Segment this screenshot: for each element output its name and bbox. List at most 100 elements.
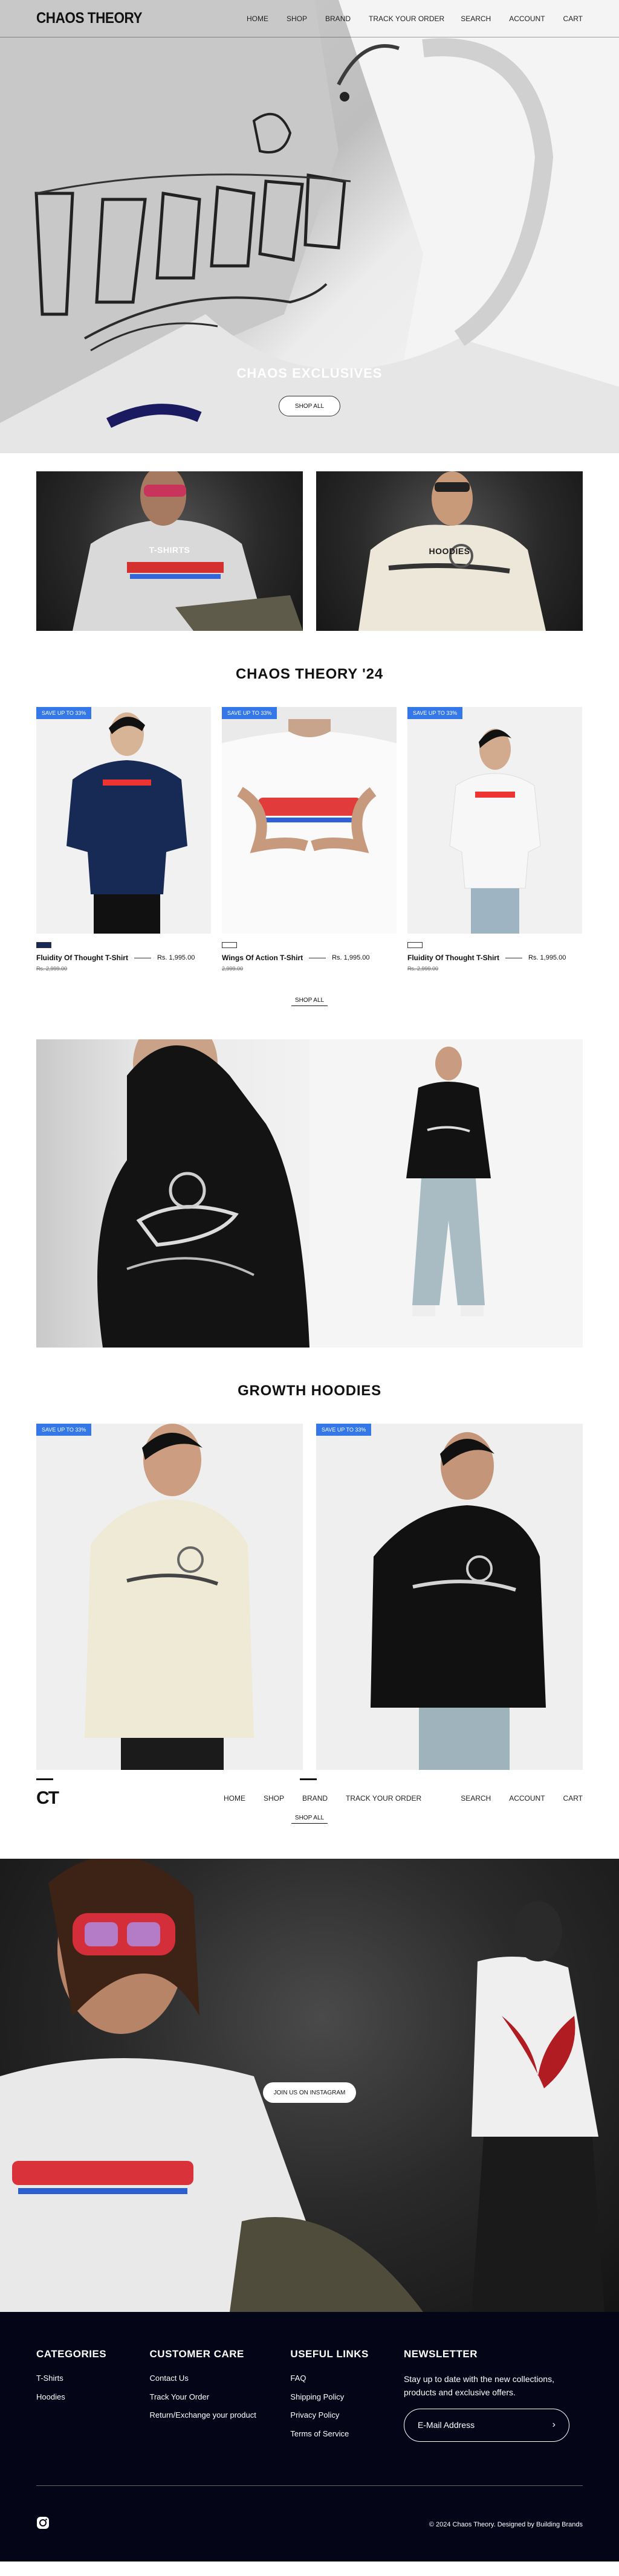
hero-image [0, 0, 619, 453]
instagram-banner: JOIN US ON INSTAGRAM [0, 1859, 619, 2312]
growth-footer: SHOP ALL [0, 1815, 619, 1824]
product-price: Rs. 1,995.00 [332, 954, 370, 961]
sale-badge: SAVE UP TO 33% [36, 707, 92, 719]
lookbook [0, 1039, 619, 1348]
sale-badge: SAVE UP TO 33% [36, 1424, 92, 1436]
footer-categories-title: CATEGORIES [36, 2348, 107, 2360]
nav-shop[interactable]: SHOP [264, 1794, 284, 1803]
product-image[interactable]: SAVE UP TO 33% [407, 707, 582, 934]
nav-brand[interactable]: BRAND [325, 15, 351, 23]
category-tshirts-label: T-SHIRTS [149, 545, 190, 555]
footer-newsletter-title: NEWSLETTER [403, 2348, 478, 2360]
carousel-dot[interactable] [53, 1778, 70, 1780]
carousel-dot-active[interactable] [36, 1778, 53, 1780]
hero-title: CHAOS EXCLUSIVES [236, 366, 383, 381]
account-link[interactable]: ACCOUNT [509, 15, 545, 23]
sale-badge: SAVE UP TO 33% [316, 1424, 372, 1436]
sale-badge: SAVE UP TO 33% [407, 707, 463, 719]
footer-link[interactable]: Privacy Policy [290, 2409, 404, 2421]
carousel-indicator [0, 1778, 619, 1780]
hoodie-grid: SAVE UP TO 33% SAVE UP TO 33% [0, 1424, 619, 1770]
site-header: CHAOS THEORY HOME SHOP BRAND TRACK YOUR … [0, 0, 619, 37]
cart-link[interactable]: CART [563, 1794, 583, 1803]
nav-shop[interactable]: SHOP [287, 15, 307, 23]
search-link[interactable]: SEARCH [461, 1794, 491, 1803]
footer-link[interactable]: Contact Us [150, 2372, 291, 2384]
product-name[interactable]: Wings Of Action T-Shirt [222, 954, 303, 962]
footer-link[interactable]: Hoodies [36, 2391, 150, 2403]
secondary-main-nav: HOME SHOP BRAND TRACK YOUR ORDER [224, 1794, 421, 1803]
growth-shop-all-link[interactable]: SHOP ALL [291, 1815, 328, 1824]
site-footer: CATEGORIES T-Shirts Hoodies CUSTOMER CAR… [0, 2312, 619, 2561]
instagram-icon[interactable] [36, 2516, 50, 2532]
main-nav: HOME SHOP BRAND TRACK YOUR ORDER [247, 15, 444, 23]
footer-link[interactable]: Return/Exchange your product [150, 2409, 291, 2421]
footer-link[interactable]: FAQ [290, 2372, 404, 2384]
footer-link[interactable]: Shipping Policy [290, 2391, 404, 2403]
nav-brand[interactable]: BRAND [302, 1794, 328, 1803]
category-hoodies[interactable]: HOODIES [316, 471, 583, 631]
product-image [85, 1424, 254, 1770]
compare-price: 2,999.00 [222, 966, 244, 972]
footer-customer-care-title: CUSTOMER CARE [149, 2348, 244, 2360]
account-link[interactable]: ACCOUNT [509, 1794, 545, 1803]
product-grid: SAVE UP TO 33% Fluidity Of Thought T-Shi… [0, 707, 619, 972]
footer-customer-care: CUSTOMER CARE Contact Us Track Your Orde… [150, 2348, 291, 2446]
newsletter-form: › [403, 2408, 569, 2442]
growth-title: GROWTH HOODIES [238, 1383, 381, 1399]
product-card[interactable]: SAVE UP TO 33% Wings Of Action T-Shirt R… [222, 707, 397, 972]
lookbook-image-closeup [36, 1039, 310, 1348]
utility-nav: SEARCH ACCOUNT CART [461, 15, 583, 23]
email-field[interactable] [417, 2420, 553, 2430]
footer-categories: CATEGORIES T-Shirts Hoodies [36, 2348, 150, 2446]
footer-useful-links-title: USEFUL LINKS [290, 2348, 369, 2360]
site-logo[interactable]: CHAOS THEORY [36, 10, 183, 27]
secondary-utility-nav: SEARCH ACCOUNT CART [461, 1794, 583, 1803]
product-card[interactable]: SAVE UP TO 33% [36, 1424, 303, 1770]
category-hoodies-label: HOODIES [429, 546, 470, 556]
secondary-nav: CT HOME SHOP BRAND TRACK YOUR ORDER SEAR… [0, 1781, 619, 1815]
chevron-right-icon[interactable]: › [553, 2419, 556, 2430]
product-price: Rs. 1,995.00 [528, 954, 566, 961]
product-name[interactable]: Fluidity Of Thought T-Shirt [407, 954, 499, 962]
cart-link[interactable]: CART [563, 15, 583, 23]
product-card[interactable]: SAVE UP TO 33% Fluidity Of Thought T-Shi… [36, 707, 211, 972]
instagram-join-button[interactable]: JOIN US ON INSTAGRAM [263, 2082, 356, 2103]
carousel-dot-active[interactable] [300, 1778, 317, 1780]
product-image [371, 1432, 546, 1770]
footer-link[interactable]: Track Your Order [150, 2391, 291, 2403]
sale-badge: SAVE UP TO 33% [222, 707, 277, 719]
search-link[interactable]: SEARCH [461, 15, 491, 23]
nav-track-order[interactable]: TRACK YOUR ORDER [346, 1794, 421, 1803]
product-card[interactable]: SAVE UP TO 33% Fluidity Of Thought T-Shi… [407, 707, 582, 972]
product-name[interactable]: Fluidity Of Thought T-Shirt [36, 954, 128, 962]
mini-logo[interactable]: CT [36, 1788, 224, 1809]
hero-shop-all-button[interactable]: SHOP ALL [279, 396, 340, 416]
compare-price: Rs. 2,999.00 [36, 966, 68, 972]
footer-newsletter: NEWSLETTER Stay up to date with the new … [403, 2348, 583, 2446]
product-image[interactable]: SAVE UP TO 33% [36, 707, 211, 934]
nav-home[interactable]: HOME [224, 1794, 245, 1803]
product-price: Rs. 1,995.00 [157, 954, 195, 961]
footer-useful-links: USEFUL LINKS FAQ Shipping Policy Privacy… [290, 2348, 404, 2446]
product-image[interactable]: SAVE UP TO 33% [222, 707, 397, 934]
color-swatch[interactable] [407, 942, 423, 948]
lookbook-image-fullbody [310, 1039, 583, 1348]
copyright: © 2024 Chaos Theory. Designed by Buildin… [429, 2520, 583, 2528]
category-tshirts[interactable]: T-SHIRTS [36, 471, 303, 631]
hero-banner: CHAOS EXCLUSIVES SHOP ALL [0, 0, 619, 453]
nav-track-order[interactable]: TRACK YOUR ORDER [369, 15, 444, 23]
footer-link[interactable]: T-Shirts [36, 2372, 150, 2384]
product-card[interactable]: SAVE UP TO 33% [316, 1424, 583, 1770]
collection-title: CHAOS THEORY '24 [236, 666, 383, 682]
collection-footer: SHOP ALL [0, 997, 619, 1006]
compare-price: Rs. 2,999.00 [407, 966, 439, 972]
nav-home[interactable]: HOME [247, 15, 268, 23]
newsletter-intro: Stay up to date with the new collections… [403, 2374, 554, 2398]
color-swatch[interactable] [36, 942, 51, 948]
collection-shop-all-link[interactable]: SHOP ALL [291, 997, 328, 1006]
color-swatch[interactable] [222, 942, 237, 948]
category-banners: T-SHIRTS HOODIES [0, 453, 619, 631]
footer-link[interactable]: Terms of Service [290, 2428, 404, 2440]
